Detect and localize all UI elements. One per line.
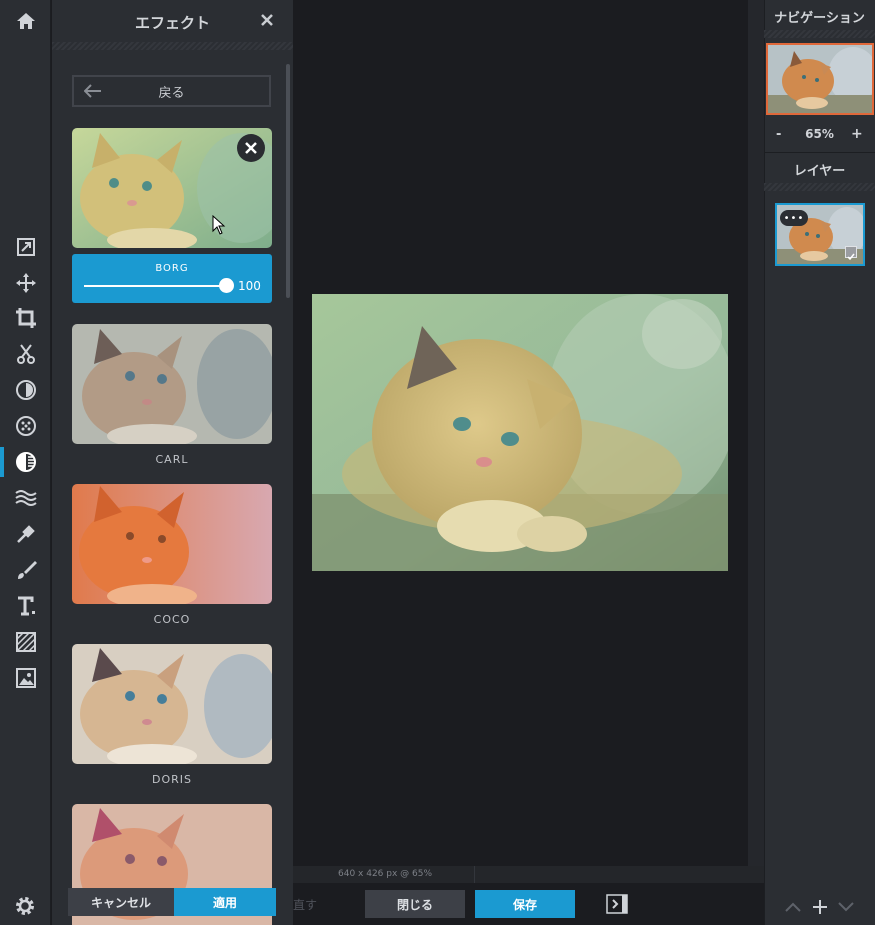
effect-label-coco: COCO — [153, 613, 191, 626]
remove-effect-button[interactable] — [237, 134, 265, 162]
active-effect-name: BORG — [155, 263, 189, 274]
pattern-icon[interactable] — [0, 624, 51, 660]
crop-icon[interactable] — [0, 300, 51, 336]
effect-thumb-carl[interactable] — [72, 324, 272, 444]
strength-slider-track[interactable] — [84, 285, 226, 287]
cut-icon[interactable] — [0, 336, 51, 372]
effect-thumb-doris[interactable] — [72, 644, 272, 764]
effect-strength-panel: BORG 100 — [72, 254, 272, 303]
chevron-up-icon[interactable] — [784, 900, 802, 914]
mouse-cursor-icon — [212, 215, 226, 235]
navigation-thumbnail[interactable] — [766, 43, 874, 115]
strength-value: 100 — [238, 279, 261, 293]
photo-editor-app: エフェクト 戻る BORG 100 CARL COCO DORIS キャンセル … — [0, 0, 875, 925]
navigation-divider — [764, 30, 875, 38]
zoom-out-button[interactable]: - — [776, 127, 781, 142]
navigation-title: ナビゲーション — [774, 11, 865, 26]
effects-header: エフェクト — [52, 0, 293, 44]
effect-label-doris: DORIS — [152, 773, 192, 786]
apply-button[interactable]: 適用 — [174, 888, 276, 916]
home-icon[interactable] — [0, 3, 51, 39]
picker-icon[interactable] — [0, 516, 51, 552]
redo-button[interactable]: 直す — [293, 896, 317, 913]
layer-menu-button[interactable]: ••• — [780, 210, 808, 226]
header-divider — [52, 42, 293, 50]
status-divider — [474, 866, 475, 883]
back-button[interactable]: 戻る — [72, 75, 271, 107]
image-icon[interactable] — [0, 660, 51, 696]
effect-thumb-coco[interactable] — [72, 484, 272, 604]
exposure-icon[interactable] — [0, 372, 51, 408]
check-icon — [847, 253, 855, 261]
canvas-image[interactable] — [312, 294, 728, 571]
effect-label-carl: CARL — [155, 453, 189, 466]
back-label: 戻る — [158, 85, 185, 101]
effects-panel: エフェクト 戻る BORG 100 CARL COCO DORIS — [52, 0, 293, 925]
plus-icon[interactable] — [811, 898, 829, 916]
image-size-status: 640 x 426 px @ 65% — [338, 869, 433, 879]
tool-sidebar — [0, 0, 51, 925]
text-icon[interactable] — [0, 588, 51, 624]
layers-divider — [764, 183, 875, 191]
arrow-left-icon — [84, 84, 101, 98]
distort-icon[interactable] — [0, 480, 51, 516]
brush-icon[interactable] — [0, 552, 51, 588]
chevron-down-icon[interactable] — [837, 900, 855, 914]
move-icon[interactable] — [0, 265, 51, 301]
filter-icon[interactable] — [0, 408, 51, 444]
strength-slider-handle[interactable] — [219, 278, 234, 293]
save-button[interactable]: 保存 — [475, 890, 575, 918]
close-button[interactable]: 閉じる — [365, 890, 465, 918]
layer-visibility-checkbox[interactable] — [845, 246, 857, 261]
panel-divider — [764, 152, 875, 153]
cancel-button[interactable]: キャンセル — [68, 888, 174, 916]
close-icon[interactable] — [257, 10, 277, 30]
close-icon — [245, 142, 257, 154]
settings-icon[interactable] — [12, 893, 38, 919]
canvas-scrollbar[interactable] — [748, 0, 764, 866]
effects-icon[interactable] — [0, 444, 51, 480]
effects-scrollbar[interactable] — [286, 64, 290, 298]
adjust-icon[interactable] — [0, 229, 51, 265]
zoom-in-button[interactable]: + — [851, 126, 863, 142]
layers-title: レイヤー — [793, 164, 846, 179]
panel-toggle-icon[interactable] — [606, 894, 628, 914]
